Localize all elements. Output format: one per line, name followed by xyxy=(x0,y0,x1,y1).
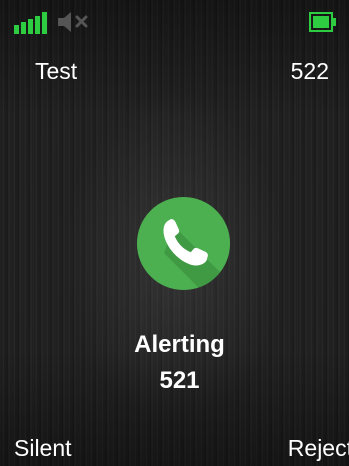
call-status-text: Alerting xyxy=(134,331,225,358)
own-number-label: 522 xyxy=(290,58,329,84)
reject-softkey[interactable]: Reject xyxy=(288,435,349,462)
phone-screen: Test 522 Alerting 521 Silent Reject xyxy=(0,0,349,466)
phone-handset-icon xyxy=(136,196,231,291)
line-name-label: Test xyxy=(35,58,78,84)
signal-bars-icon xyxy=(14,12,47,34)
battery-full-icon xyxy=(309,12,336,32)
speaker-muted-icon xyxy=(58,12,88,32)
caller-number: 521 xyxy=(159,367,200,394)
silent-softkey[interactable]: Silent xyxy=(14,435,72,462)
status-bar xyxy=(0,0,349,36)
